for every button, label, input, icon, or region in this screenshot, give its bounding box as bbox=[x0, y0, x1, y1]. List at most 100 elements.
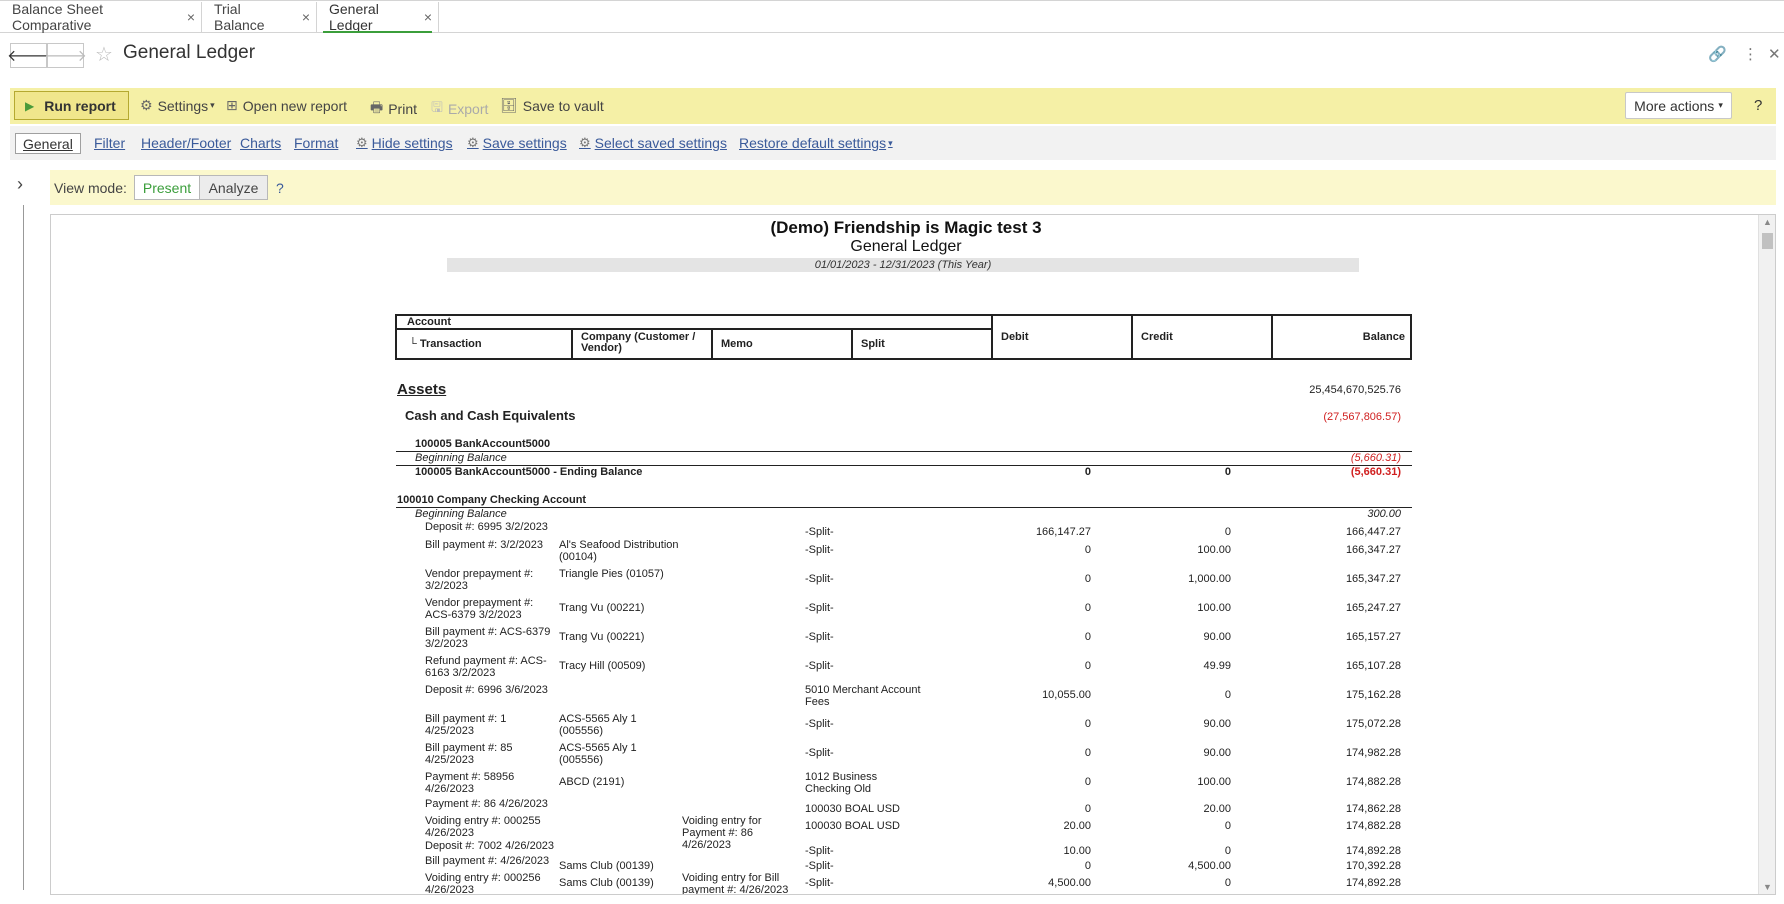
new-report-icon: ⊞ bbox=[226, 97, 238, 113]
scroll-up-icon[interactable]: ▲ bbox=[1763, 217, 1772, 227]
save-to-vault-button[interactable]: 🗄 Save to vault bbox=[500, 97, 604, 114]
cell-credit: 49.99 bbox=[1203, 660, 1231, 672]
cell-credit: 90.00 bbox=[1203, 718, 1231, 730]
cell-debit: 0 bbox=[1084, 860, 1091, 872]
cell-company: Trang Vu (00221) bbox=[559, 631, 645, 643]
more-actions-button[interactable]: More actions ▾ bbox=[1625, 92, 1732, 119]
help-button[interactable]: ? bbox=[1754, 97, 1762, 114]
hide-settings-label: Hide settings bbox=[371, 135, 453, 151]
gear-icon: ⚙ bbox=[140, 97, 153, 113]
expand-panel-chevron-icon[interactable]: › bbox=[17, 174, 23, 195]
col-split: Split bbox=[861, 338, 885, 350]
cell-credit: 4,500.00 bbox=[1188, 860, 1231, 872]
print-button[interactable]: 🖶 Print bbox=[370, 97, 417, 121]
tab-trial-balance[interactable]: Trial Balance × bbox=[202, 1, 317, 33]
link-icon[interactable]: 🔗 bbox=[1708, 45, 1727, 63]
column-header: Account └ Transaction Company (Customer … bbox=[395, 314, 1412, 360]
cell-transaction: Deposit #: 7002 4/26/2023 bbox=[425, 840, 555, 852]
cell-balance: 165,107.28 bbox=[1345, 660, 1401, 672]
divider bbox=[1131, 316, 1133, 358]
cell-debit: 20.00 bbox=[1063, 820, 1091, 832]
account-name: 100005 BankAccount5000 bbox=[415, 438, 551, 450]
cell-split: 5010 Merchant Account Fees bbox=[805, 684, 921, 708]
tab-general-ledger[interactable]: General Ledger × bbox=[317, 1, 439, 33]
view-mode-help-link[interactable]: ? bbox=[276, 180, 284, 196]
beginning-balance-label: Beginning Balance bbox=[415, 508, 507, 520]
cell-debit: 10,055.00 bbox=[1042, 689, 1091, 701]
cell-company: Tracy Hill (00509) bbox=[559, 660, 646, 672]
settings-button[interactable]: ⚙ Settings ▾ bbox=[140, 97, 215, 114]
gear-icon: ⚙ bbox=[356, 135, 368, 150]
cell-debit: 0 bbox=[1084, 602, 1091, 614]
present-mode-button[interactable]: Present bbox=[134, 175, 200, 200]
forward-button[interactable]: 🡒 bbox=[44, 43, 87, 68]
scrollbar[interactable]: ▲ ▼ bbox=[1758, 215, 1775, 894]
export-button[interactable]: 🖫 Export bbox=[431, 97, 488, 121]
ending-debit: 0 bbox=[1084, 466, 1091, 478]
close-icon[interactable]: ✕ bbox=[1768, 45, 1781, 63]
cell-company: Sams Club (00139) bbox=[559, 877, 654, 889]
cell-debit: 0 bbox=[1084, 718, 1091, 730]
tab-filter[interactable]: Filter bbox=[94, 135, 125, 151]
cell-credit: 90.00 bbox=[1203, 747, 1231, 759]
open-new-report-button[interactable]: ⊞ Open new report bbox=[226, 97, 347, 114]
save-settings-link[interactable]: ⚙ Save settings bbox=[467, 135, 567, 151]
arrow-right-icon: 🡒 bbox=[44, 48, 87, 65]
scroll-thumb[interactable] bbox=[1762, 233, 1773, 249]
report-company: (Demo) Friendship is Magic test 3 bbox=[770, 218, 1042, 237]
select-saved-settings-link[interactable]: ⚙ Select saved settings bbox=[579, 135, 727, 151]
cell-balance: 174,882.28 bbox=[1345, 820, 1401, 832]
restore-default-settings-label: Restore default settings bbox=[739, 135, 887, 151]
select-saved-settings-label: Select saved settings bbox=[594, 135, 727, 151]
restore-default-settings-link[interactable]: Restore default settings ▾ bbox=[739, 135, 893, 151]
cell-credit: 0 bbox=[1224, 689, 1231, 701]
tab-general[interactable]: General bbox=[15, 133, 81, 154]
cell-transaction: Bill payment #: 1 4/25/2023 bbox=[425, 713, 507, 737]
cell-split: -Split- bbox=[805, 660, 834, 672]
cell-credit: 100.00 bbox=[1197, 602, 1231, 614]
cell-company: Trang Vu (00221) bbox=[559, 602, 645, 614]
analyze-mode-button[interactable]: Analyze bbox=[199, 175, 268, 200]
cell-split: 100030 BOAL USD bbox=[805, 803, 900, 815]
cell-transaction: Deposit #: 6996 3/6/2023 bbox=[425, 684, 548, 696]
cell-balance: 175,072.28 bbox=[1345, 718, 1401, 730]
save-settings-label: Save settings bbox=[482, 135, 567, 151]
close-icon[interactable]: × bbox=[302, 9, 310, 25]
tab-charts[interactable]: Charts bbox=[240, 135, 281, 151]
printer-icon: 🖶 bbox=[370, 99, 384, 115]
cell-debit: 0 bbox=[1084, 544, 1091, 556]
cell-balance: 165,347.27 bbox=[1345, 573, 1401, 585]
close-icon[interactable]: × bbox=[424, 9, 432, 25]
assets-balance: 25,454,670,525.76 bbox=[1309, 384, 1401, 396]
cell-credit: 90.00 bbox=[1203, 631, 1231, 643]
tab-header-footer[interactable]: Header/Footer bbox=[141, 135, 231, 151]
more-vertical-icon[interactable]: ⋮ bbox=[1743, 45, 1758, 63]
export-label: Export bbox=[447, 101, 489, 117]
run-report-button[interactable]: ▶ Run report bbox=[14, 91, 129, 120]
report-title: General Ledger bbox=[850, 238, 962, 255]
hide-settings-link[interactable]: ⚙ Hide settings bbox=[356, 135, 453, 151]
cell-split: -Split- bbox=[805, 573, 834, 585]
close-icon[interactable]: × bbox=[187, 9, 195, 25]
back-button[interactable]: 🡐 bbox=[7, 43, 50, 68]
beginning-balance-value: 300.00 bbox=[1367, 508, 1401, 520]
cell-debit: 0 bbox=[1084, 803, 1091, 815]
run-report-label: Run report bbox=[44, 97, 116, 114]
favorite-star-icon[interactable]: ☆ bbox=[95, 42, 113, 67]
cash-balance: (27,567,806.57) bbox=[1323, 411, 1401, 423]
cell-transaction: Bill payment #: 4/26/2023 bbox=[425, 855, 550, 867]
cell-company: ACS-5565 Aly 1 (005556) bbox=[559, 713, 637, 737]
tab-format[interactable]: Format bbox=[294, 135, 338, 151]
cell-transaction: Voiding entry #: 000256 4/26/2023 bbox=[425, 872, 541, 895]
caret-down-icon: ▾ bbox=[888, 137, 893, 148]
beginning-balance-value: (5,660.31) bbox=[1350, 452, 1401, 464]
gear-icon: ⚙ bbox=[579, 135, 591, 150]
cell-balance: 166,447.27 bbox=[1345, 526, 1401, 538]
col-debit: Debit bbox=[1001, 331, 1029, 343]
cell-transaction: Vendor prepayment #: 3/2/2023 bbox=[425, 568, 534, 592]
open-new-report-label: Open new report bbox=[242, 97, 348, 114]
scroll-down-icon[interactable]: ▼ bbox=[1763, 882, 1772, 892]
tab-balance-sheet-comparative[interactable]: Balance Sheet Comparative × bbox=[0, 1, 202, 33]
tab-bar: Balance Sheet Comparative × Trial Balanc… bbox=[0, 0, 1784, 33]
cell-transaction: Voiding entry #: 000255 4/26/2023 bbox=[425, 815, 541, 839]
